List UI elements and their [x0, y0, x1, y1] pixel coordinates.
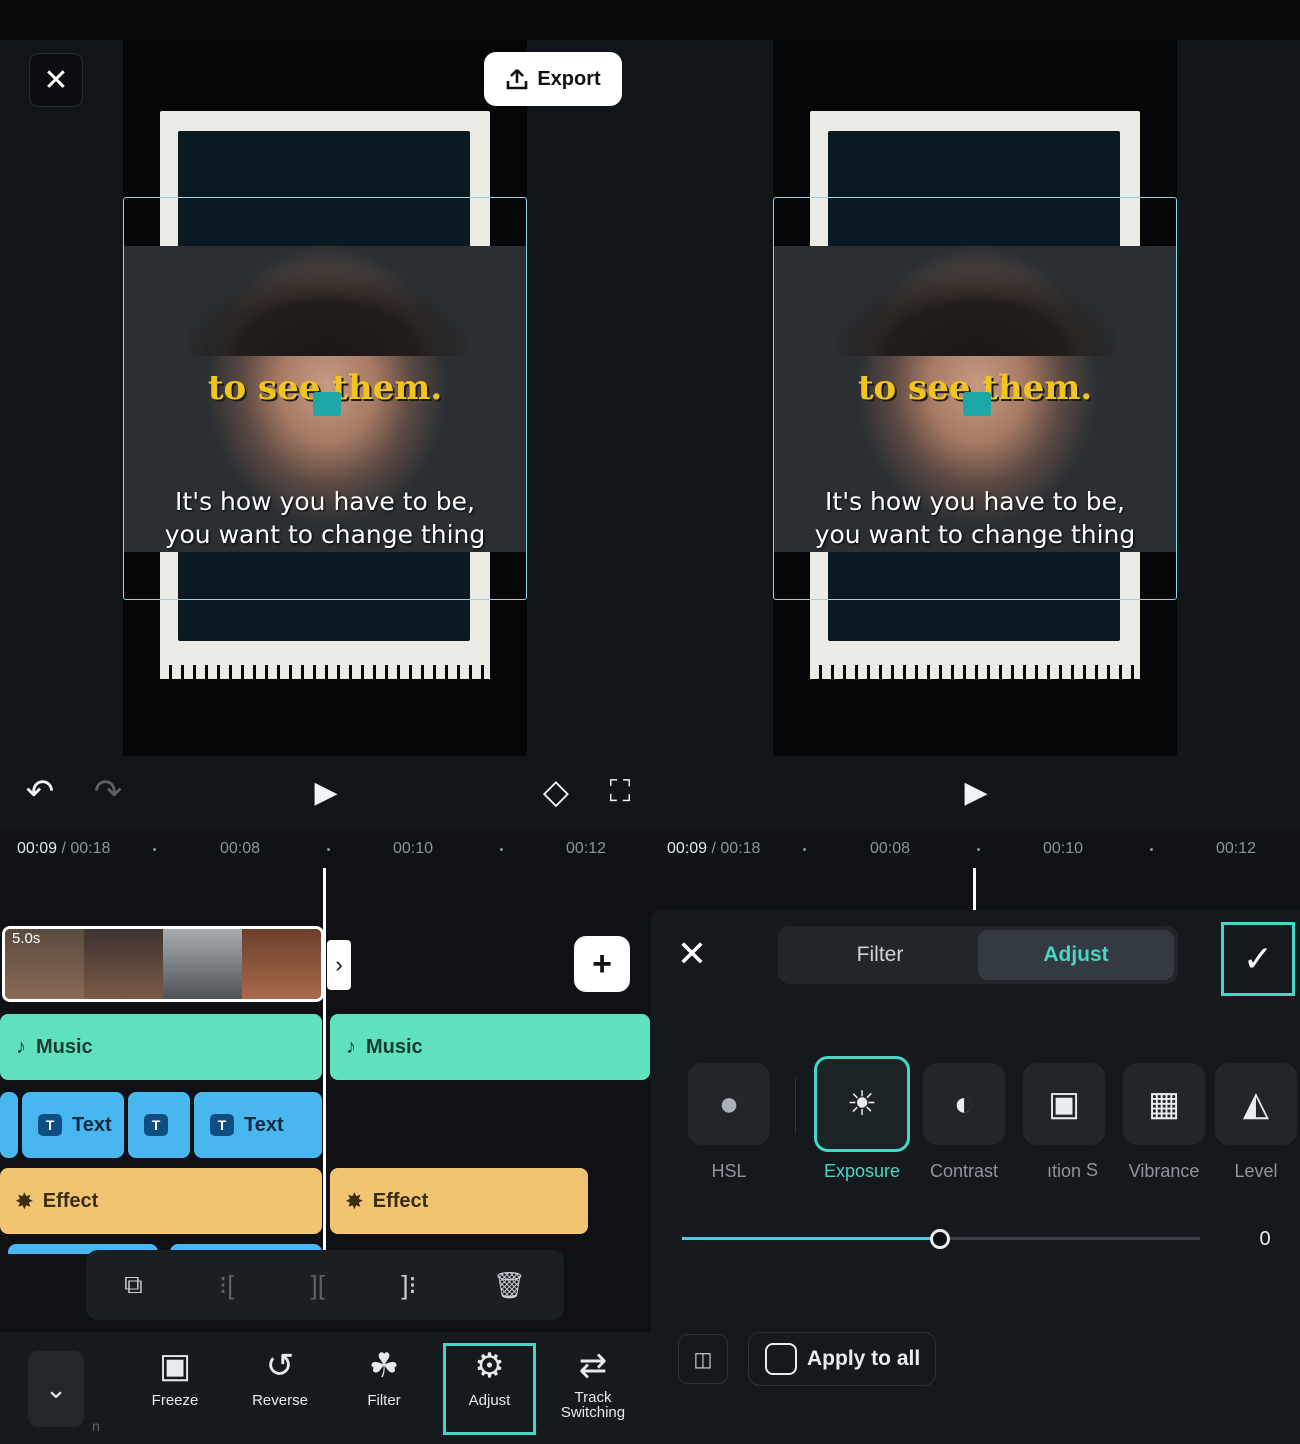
saturation-icon: ▣ — [1023, 1063, 1105, 1145]
option-contrast[interactable]: ◐ Contrast — [922, 1063, 1006, 1182]
collapse-button[interactable]: ⌄ — [28, 1351, 84, 1427]
tick-label: 00:12 — [566, 840, 607, 857]
tick-label: 00:10 — [1043, 840, 1084, 857]
redo-icon[interactable]: ↷ — [86, 770, 130, 814]
trim-start-icon[interactable]: ⁝[ — [219, 1270, 235, 1301]
undo-icon[interactable]: ↶ — [18, 770, 62, 814]
time-ruler-right[interactable]: 00:09 / 00:18 00:08 00:10 00:12 — [650, 830, 1300, 870]
option-vibrance[interactable]: ▦ Vibrance — [1122, 1063, 1206, 1182]
text-icon: T — [38, 1114, 62, 1136]
option-hsl[interactable]: ● HSL — [687, 1063, 771, 1182]
track-switching-tool[interactable]: ⇄ Track Switching — [543, 1346, 643, 1436]
apply-to-all-checkbox[interactable]: Apply to all — [748, 1332, 936, 1386]
playhead-right[interactable] — [973, 868, 976, 910]
option-partial-label: S — [1086, 1160, 1099, 1180]
video-clip[interactable] — [2, 926, 324, 1002]
hsl-icon: ● — [688, 1063, 770, 1145]
compare-button[interactable]: ◫ — [678, 1334, 728, 1384]
text-track[interactable]: T — [128, 1092, 190, 1158]
clip-length: 5.0s — [12, 930, 41, 947]
split-icon[interactable]: ][ — [311, 1270, 325, 1301]
total-time: / 00:18 — [61, 840, 111, 857]
fullscreen-icon[interactable]: ⛶ — [598, 770, 642, 814]
slider-value: 0 — [1259, 1228, 1271, 1250]
vibrance-icon: ▦ — [1123, 1063, 1205, 1145]
export-label: Export — [537, 67, 601, 90]
tab-adjust[interactable]: Adjust — [978, 930, 1174, 980]
status-strip — [0, 0, 1300, 40]
effect-icon: ✸ — [346, 1190, 363, 1213]
contrast-icon: ◐ — [923, 1063, 1005, 1145]
video-preview-right[interactable]: to see them. It's how you have to be, yo… — [773, 40, 1177, 756]
music-track[interactable]: ♪ Music — [0, 1014, 322, 1080]
play-icon-right[interactable]: ▶ — [954, 770, 998, 814]
music-note-icon: ♪ — [16, 1035, 26, 1058]
option-level[interactable]: ◭ Level — [1212, 1063, 1300, 1182]
selection-box[interactable] — [123, 197, 527, 600]
adjust-tool[interactable]: ⚙ Adjust — [443, 1343, 536, 1435]
play-icon[interactable]: ▶ — [304, 770, 348, 814]
effect-track[interactable]: ✸ Effect — [0, 1168, 322, 1234]
duplicate-icon[interactable]: ⧉ — [124, 1269, 143, 1301]
current-time: 00:09 — [667, 840, 708, 857]
compare-icon: ◫ — [693, 1348, 713, 1371]
checkbox-icon — [765, 1343, 797, 1375]
delete-icon[interactable]: 🗑 — [493, 1270, 526, 1301]
partial-label: n — [92, 1418, 100, 1434]
filter-icon: ☘ — [368, 1347, 400, 1385]
text-icon: T — [210, 1114, 234, 1136]
filter-adjust-tabs: Filter Adjust — [778, 926, 1178, 984]
edit-toolbar: ⧉ ⁝[ ][ ]⁝ 🗑 — [86, 1250, 564, 1320]
option-exposure[interactable]: ☀ Exposure — [814, 1056, 910, 1182]
text-icon: T — [144, 1114, 168, 1136]
slider-fill — [682, 1237, 940, 1240]
tab-filter[interactable]: Filter — [782, 930, 978, 980]
freeze-icon: ▣ — [158, 1347, 192, 1385]
expand-clip-button[interactable]: › — [327, 940, 351, 990]
filter-tool[interactable]: ☘ Filter — [334, 1346, 434, 1436]
time-ruler-left[interactable]: 00:09 / 00:18 00:08 00:10 00:12 — [0, 830, 650, 870]
reverse-tool[interactable]: ↺ Reverse — [230, 1346, 330, 1436]
tick-label: 00:12 — [1216, 840, 1257, 857]
slider-handle[interactable] — [930, 1229, 950, 1249]
freeze-tool[interactable]: ▣ Freeze — [125, 1346, 225, 1436]
tick-label: 00:10 — [393, 840, 434, 857]
total-time: / 00:18 — [711, 840, 761, 857]
current-time: 00:09 — [17, 840, 58, 857]
tick-label: 00:08 — [220, 840, 261, 857]
level-icon: ◭ — [1215, 1063, 1297, 1145]
check-icon: ✓ — [1242, 938, 1274, 979]
trim-end-icon[interactable]: ]⁝ — [401, 1270, 417, 1301]
add-clip-button[interactable]: + — [574, 936, 630, 992]
tick-label: 00:08 — [870, 840, 911, 857]
close-icon: ✕ — [43, 63, 69, 97]
close-icon[interactable]: ✕ — [670, 932, 714, 976]
chevron-down-icon: ⌄ — [45, 1373, 67, 1404]
music-note-icon: ♪ — [346, 1035, 356, 1058]
text-track[interactable]: T Text — [22, 1092, 124, 1158]
effect-track[interactable]: ✸ Effect — [330, 1168, 588, 1234]
upload-icon — [507, 69, 528, 90]
sliders-icon: ⚙ — [474, 1347, 505, 1385]
keyframe-icon[interactable]: ◇ — [534, 770, 578, 814]
export-button[interactable]: Export — [484, 52, 622, 106]
selection-box[interactable] — [773, 197, 1177, 600]
effect-icon: ✸ — [16, 1190, 33, 1213]
reverse-icon: ↺ — [265, 1347, 295, 1385]
switch-icon: ⇄ — [578, 1347, 608, 1385]
close-button[interactable]: ✕ — [29, 53, 83, 107]
playhead[interactable] — [323, 868, 326, 1250]
text-track[interactable]: T Text — [194, 1092, 322, 1158]
video-preview-left[interactable]: to see them. It's how you have to be, yo… — [123, 40, 527, 756]
confirm-button[interactable]: ✓ — [1221, 922, 1295, 996]
text-track[interactable] — [0, 1092, 18, 1158]
music-track[interactable]: ♪ Music — [330, 1014, 650, 1080]
exposure-icon: ☀ — [814, 1056, 910, 1152]
